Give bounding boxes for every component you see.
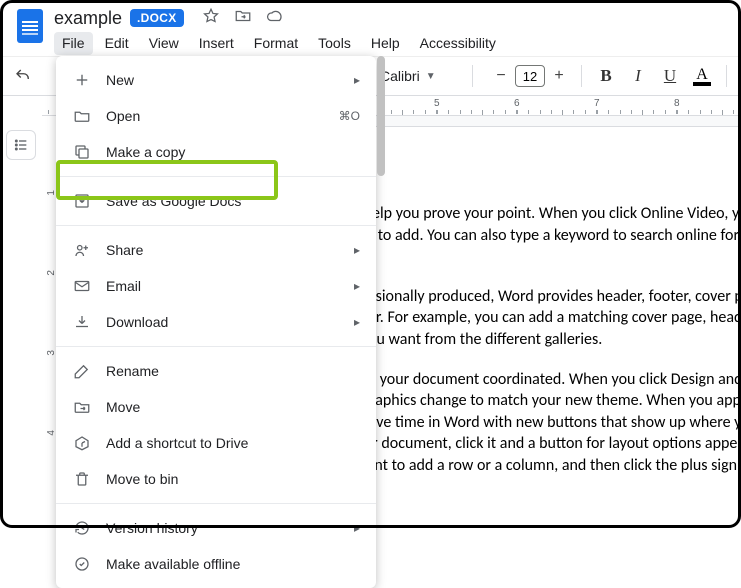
font-size-input[interactable] (515, 65, 545, 87)
menu-file[interactable]: File (54, 32, 93, 55)
file-menu-open[interactable]: Open ⌘O (56, 98, 376, 134)
copy-icon (72, 142, 92, 162)
menu-item-label: New (106, 72, 340, 88)
cloud-status-icon[interactable] (266, 7, 284, 30)
font-size-plus[interactable]: + (547, 64, 571, 88)
file-menu-make-a-copy[interactable]: Make a copy (56, 134, 376, 170)
file-menu-share[interactable]: Share ▸ (56, 232, 376, 268)
outline-toggle-button[interactable] (6, 130, 36, 160)
menu-item-label: Add a shortcut to Drive (106, 435, 360, 451)
menu-edit[interactable]: Edit (97, 32, 137, 55)
file-menu-move-to-bin[interactable]: Move to bin (56, 461, 376, 497)
menu-item-label: Make a copy (106, 144, 360, 160)
history-icon (72, 518, 92, 538)
menu-insert[interactable]: Insert (191, 32, 242, 55)
color-bar (693, 82, 711, 86)
underline-button[interactable]: U (656, 62, 684, 90)
undo-button[interactable] (8, 61, 38, 91)
font-size-minus[interactable]: − (489, 64, 513, 88)
submenu-arrow-icon: ▸ (354, 279, 360, 293)
submenu-arrow-icon: ▸ (354, 315, 360, 329)
menu-item-label: Open (106, 108, 325, 124)
menu-item-label: Download (106, 314, 340, 330)
trash-icon (72, 469, 92, 489)
docx-badge: .DOCX (130, 9, 184, 27)
menu-view[interactable]: View (141, 32, 187, 55)
file-menu-save-as-google-docs[interactable]: Save as Google Docs (56, 183, 376, 219)
menu-format[interactable]: Format (246, 32, 306, 55)
menu-item-label: Version history (106, 520, 340, 536)
file-menu-move[interactable]: Move (56, 389, 376, 425)
menu-item-label: Email (106, 278, 340, 294)
submenu-arrow-icon: ▸ (354, 73, 360, 87)
docs-logo[interactable] (10, 6, 50, 46)
italic-button[interactable]: I (624, 62, 652, 90)
folder-icon (72, 106, 92, 126)
caret-down-icon: ▼ (426, 71, 436, 82)
menu-item-label: Move to bin (106, 471, 360, 487)
menu-tools[interactable]: Tools (310, 32, 359, 55)
doc-title[interactable]: example (54, 8, 122, 29)
menu-help[interactable]: Help (363, 32, 408, 55)
rename-icon (72, 361, 92, 381)
bold-button[interactable]: B (592, 62, 620, 90)
menu-item-label: Move (106, 399, 360, 415)
menu-item-label: Rename (106, 363, 360, 379)
plus-icon (72, 70, 92, 90)
menu-item-label: Share (106, 242, 340, 258)
move-folder-icon[interactable] (234, 7, 252, 30)
file-menu-dropdown: New ▸ Open ⌘O Make a copy Save as Google Docs… (56, 56, 376, 588)
share-icon (72, 240, 92, 260)
save-icon (72, 191, 92, 211)
menu-item-label: Save as Google Docs (106, 193, 360, 209)
mail-icon (72, 276, 92, 296)
shortcut-icon (72, 433, 92, 453)
text-color-button[interactable]: A (688, 67, 716, 86)
move-icon (72, 397, 92, 417)
file-menu-new[interactable]: New ▸ (56, 62, 376, 98)
file-menu-make-available-offline[interactable]: Make available offline (56, 546, 376, 582)
menu-item-label: Make available offline (106, 556, 360, 572)
file-menu-version-history[interactable]: Version history ▸ (56, 510, 376, 546)
menu-bar: File Edit View Insert Format Tools Help … (54, 32, 504, 55)
font-size-group: − + (489, 64, 571, 88)
star-icon[interactable] (202, 7, 220, 30)
file-menu-email[interactable]: Email ▸ (56, 268, 376, 304)
dropdown-scrollbar[interactable] (376, 56, 386, 588)
download-icon (72, 312, 92, 332)
file-menu-download[interactable]: Download ▸ (56, 304, 376, 340)
submenu-arrow-icon: ▸ (354, 243, 360, 257)
file-menu-rename[interactable]: Rename (56, 353, 376, 389)
offline-icon (72, 554, 92, 574)
shortcut-label: ⌘O (339, 109, 360, 123)
menu-accessibility[interactable]: Accessibility (412, 32, 504, 55)
file-menu-add-a-shortcut-to-drive[interactable]: Add a shortcut to Drive (56, 425, 376, 461)
submenu-arrow-icon: ▸ (354, 521, 360, 535)
